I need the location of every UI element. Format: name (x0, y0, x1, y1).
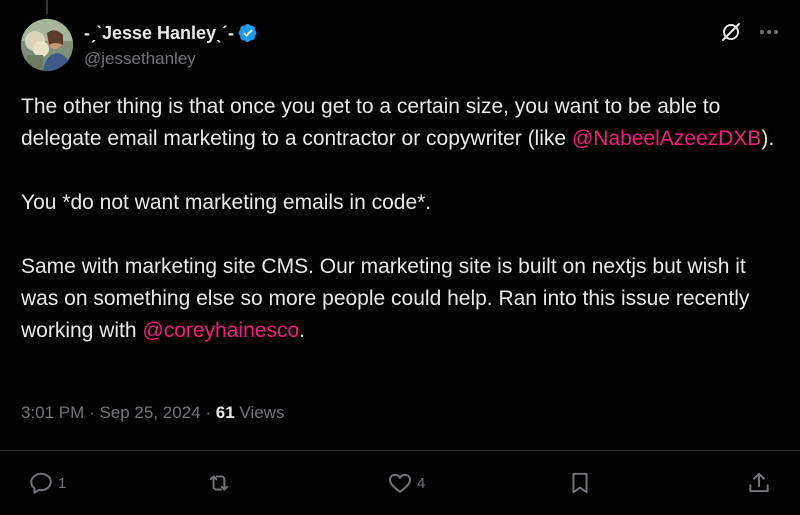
tweet-paragraph-2: You *do not want marketing emails in cod… (21, 191, 432, 214)
like-count: 4 (417, 474, 426, 492)
meta-separator: · (89, 403, 95, 422)
avatar-image (21, 19, 73, 71)
tweet-time[interactable]: 3:01 PM (21, 403, 84, 422)
repost-icon (209, 475, 229, 491)
display-name-row: -ˏˋJesse Hanleyˎˊ- (84, 21, 258, 45)
like-button[interactable]: 4 (387, 470, 425, 496)
tweet-paragraph-3: Same with marketing site CMS. Our market… (21, 251, 781, 347)
verified-badge-icon[interactable] (238, 23, 258, 43)
divider (0, 450, 800, 451)
mention-link-nabeel[interactable]: @NabeelAzeezDXB (572, 127, 761, 150)
tweet-header: -ˏˋJesse Hanleyˎˊ- @jessethanley (21, 19, 780, 73)
reply-count: 1 (58, 474, 67, 492)
share-button[interactable] (746, 470, 772, 496)
tweet-paragraph-1: The other thing is that once you get to … (21, 91, 781, 155)
share-icon (749, 472, 769, 493)
display-name[interactable]: -ˏˋJesse Hanleyˎˊ- (84, 23, 234, 44)
tweet-text-segment: Same with marketing site CMS. Our market… (21, 255, 750, 342)
bookmark-button[interactable] (567, 470, 593, 496)
more-options-icon[interactable] (758, 21, 780, 43)
repost-button[interactable] (206, 470, 236, 496)
thread-connector-line (46, 0, 48, 14)
tweet-text: The other thing is that once you get to … (21, 91, 781, 347)
reply-button[interactable]: 1 (28, 470, 66, 496)
views-label: Views (239, 403, 285, 422)
tweet-date[interactable]: Sep 25, 2024 (99, 403, 200, 422)
bookmark-icon (572, 472, 588, 494)
tweet-metadata: 3:01 PM · Sep 25, 2024 · 61 Views (21, 403, 284, 423)
tweet-text-segment: ). (761, 127, 775, 150)
header-actions (720, 21, 780, 43)
grok-icon[interactable] (720, 21, 742, 43)
author-names: -ˏˋJesse Hanleyˎˊ- @jessethanley (84, 21, 258, 69)
avatar[interactable] (21, 19, 73, 71)
author-handle[interactable]: @jessethanley (84, 49, 258, 69)
tweet-actions-bar: 1 4 (0, 470, 800, 504)
meta-separator: · (205, 403, 212, 422)
heart-icon (389, 473, 411, 493)
views-count: 61 (215, 403, 235, 422)
reply-icon (30, 472, 52, 494)
tweet-text-segment: . (299, 319, 305, 342)
mention-link-corey[interactable]: @coreyhainesco (142, 319, 299, 342)
